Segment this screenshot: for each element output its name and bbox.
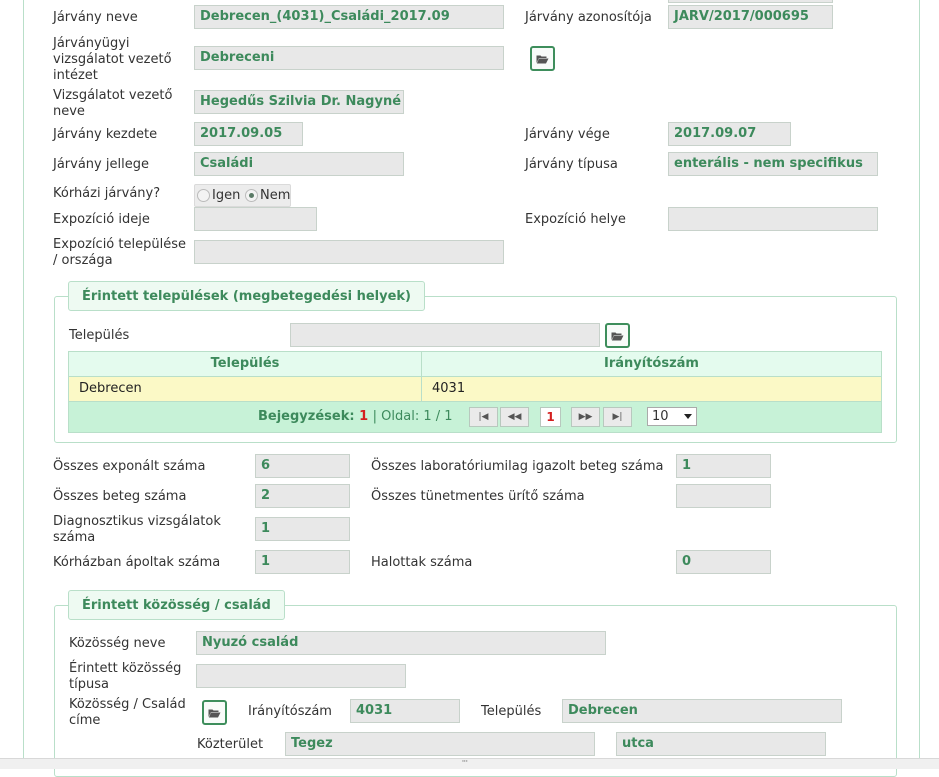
kozosseg-legend: Érintett közösség / család: [68, 590, 285, 620]
intezet-label-line1: Járványügyi: [53, 36, 130, 51]
expo-ideje-label: Expozíció ideje: [53, 212, 150, 227]
cim-iranyitoszam-field[interactable]: 4031: [350, 699, 460, 723]
folder-open-icon: [208, 709, 221, 717]
first-page-button[interactable]: |◀: [469, 407, 498, 427]
telepules-filter-field[interactable]: [290, 323, 600, 347]
kozosseg-neve-field[interactable]: Nyuzó család: [196, 631, 606, 655]
jellege-label: Járvány jellege: [53, 157, 149, 172]
tipusa-label: Járvány típusa: [525, 157, 618, 172]
tunetmentes-label: Összes tünetmentes ürítő száma: [371, 489, 585, 504]
top-partial-field: [668, 0, 833, 3]
tunetmentes-field[interactable]: [676, 484, 771, 508]
kozosseg-tipusa-label-line2: típusa: [69, 677, 109, 692]
kozosseg-neve-label: Közösség neve: [69, 636, 166, 651]
tipusa-field[interactable]: enterális - nem specifikus: [668, 152, 878, 176]
beteg-field[interactable]: 2: [255, 484, 350, 508]
vezeto-field[interactable]: Hegedűs Szilvia Dr. Nagyné: [194, 90, 404, 114]
telepulesek-legend: Érintett települések (megbetegedési hely…: [68, 281, 425, 311]
kozosseg-cim-label-line2: címe: [69, 713, 101, 728]
first-page-icon: |◀: [478, 412, 489, 422]
exponalt-label: Összes exponált száma: [53, 459, 206, 474]
cim-iranyitoszam-label: Irányítószám: [248, 704, 332, 719]
korhazi-radio-nem[interactable]: [245, 189, 258, 202]
cim-telepules-label: Település: [481, 704, 542, 719]
cim-telepules-field[interactable]: Debrecen: [562, 699, 842, 723]
pager-entries-text: Bejegyzések:: [258, 409, 355, 424]
kozterulet-field[interactable]: Tegez: [285, 732, 595, 756]
kozosseg-cim-label-line1: Közösség / Család: [69, 697, 186, 712]
vezeto-label-line1: Vizsgálatot vezető: [53, 88, 173, 103]
vezeto-label-line2: neve: [53, 104, 85, 119]
korhazi-label: Kórházi járvány?: [53, 186, 161, 201]
pager-entries-count: 1: [359, 409, 369, 424]
column-header-telepules[interactable]: Település: [68, 351, 422, 377]
kozosseg-tipusa-field[interactable]: [196, 664, 406, 688]
expo-helye-label: Expozíció helye: [525, 212, 626, 227]
kezdete-field[interactable]: 2017.09.05: [194, 122, 303, 146]
pager-entries-label: Bejegyzések: 1 | Oldal: 1 / 1: [258, 409, 453, 425]
scrollbar-grip-icon[interactable]: ''': [462, 760, 472, 767]
diagnosztikus-label-line1: Diagnosztikus vizsgálatok: [53, 514, 221, 529]
korhazi-radio-igen[interactable]: [197, 189, 210, 202]
expo-helye-field[interactable]: [668, 207, 878, 231]
horizontal-scrollbar[interactable]: ''': [0, 758, 939, 769]
korhazi-igen-label[interactable]: Igen: [212, 188, 240, 204]
telepules-browse-button[interactable]: [605, 323, 630, 348]
vege-field[interactable]: 2017.09.07: [668, 122, 791, 146]
expo-ideje-field[interactable]: [194, 207, 317, 231]
telepules-filter-label: Település: [69, 328, 130, 343]
current-page-button[interactable]: 1: [540, 407, 561, 427]
expo-telepules-label-line2: / országa: [53, 253, 113, 268]
lab-igazolt-label: Összes laboratóriumilag igazolt beteg sz…: [371, 459, 664, 474]
prev-page-icon: ◀◀: [507, 412, 522, 422]
intezet-label-line2: vizsgálatot vezető: [53, 52, 172, 67]
halottak-label: Halottak száma: [371, 555, 473, 570]
intezet-browse-button[interactable]: [530, 46, 555, 71]
vege-label: Járvány vége: [525, 127, 610, 142]
table-row-cell-telepules[interactable]: Debrecen: [68, 376, 422, 402]
kozterulet-label: Közterület: [197, 737, 264, 752]
exponalt-field[interactable]: 6: [255, 454, 350, 478]
page-size-select[interactable]: 10: [647, 407, 697, 426]
beteg-label: Összes beteg száma: [53, 489, 187, 504]
folder-open-icon: [611, 332, 624, 340]
lab-igazolt-field[interactable]: 1: [676, 454, 771, 478]
prev-page-button[interactable]: ◀◀: [500, 407, 529, 427]
last-page-icon: ▶|: [612, 412, 623, 422]
korhaz-apolt-field[interactable]: 1: [255, 550, 350, 574]
kozterulet-type-field[interactable]: utca: [616, 732, 826, 756]
intezet-label-line3: intézet: [53, 68, 98, 83]
column-header-iranyitoszam[interactable]: Irányítószám: [421, 351, 882, 377]
expo-telepules-label-line1: Expozíció települése: [53, 237, 186, 252]
jarvany-neve-label: Járvány neve: [53, 10, 138, 25]
diagnosztikus-label-line2: száma: [53, 530, 96, 545]
korhaz-apolt-label: Kórházban ápoltak száma: [53, 555, 221, 570]
next-page-icon: ▶▶: [578, 412, 593, 422]
table-row-cell-iranyitoszam[interactable]: 4031: [421, 376, 882, 402]
next-page-button[interactable]: ▶▶: [571, 407, 600, 427]
expo-telepules-field[interactable]: [194, 240, 504, 264]
jellege-field[interactable]: Családi: [194, 152, 404, 176]
cim-browse-button[interactable]: [202, 700, 227, 725]
halottak-field[interactable]: 0: [676, 550, 771, 574]
kezdete-label: Járvány kezdete: [53, 127, 158, 142]
chevron-down-icon: [684, 414, 692, 419]
folder-open-icon: [536, 55, 549, 63]
diagnosztikus-field[interactable]: 1: [255, 517, 350, 541]
jarvany-azonosito-field[interactable]: JARV/2017/000695: [668, 5, 833, 29]
page-size-value: 10: [652, 409, 669, 424]
jarvany-neve-field[interactable]: Debrecen_(4031)_Családi_2017.09: [194, 5, 504, 29]
pager-page-info: | Oldal: 1 / 1: [372, 409, 453, 424]
intezet-field[interactable]: Debreceni: [194, 46, 504, 70]
last-page-button[interactable]: ▶|: [603, 407, 632, 427]
korhazi-nem-label[interactable]: Nem: [260, 188, 290, 204]
jarvany-azonosito-label: Járvány azonosítója: [525, 10, 652, 25]
kozosseg-tipusa-label-line1: Érintett közösség: [69, 661, 182, 676]
